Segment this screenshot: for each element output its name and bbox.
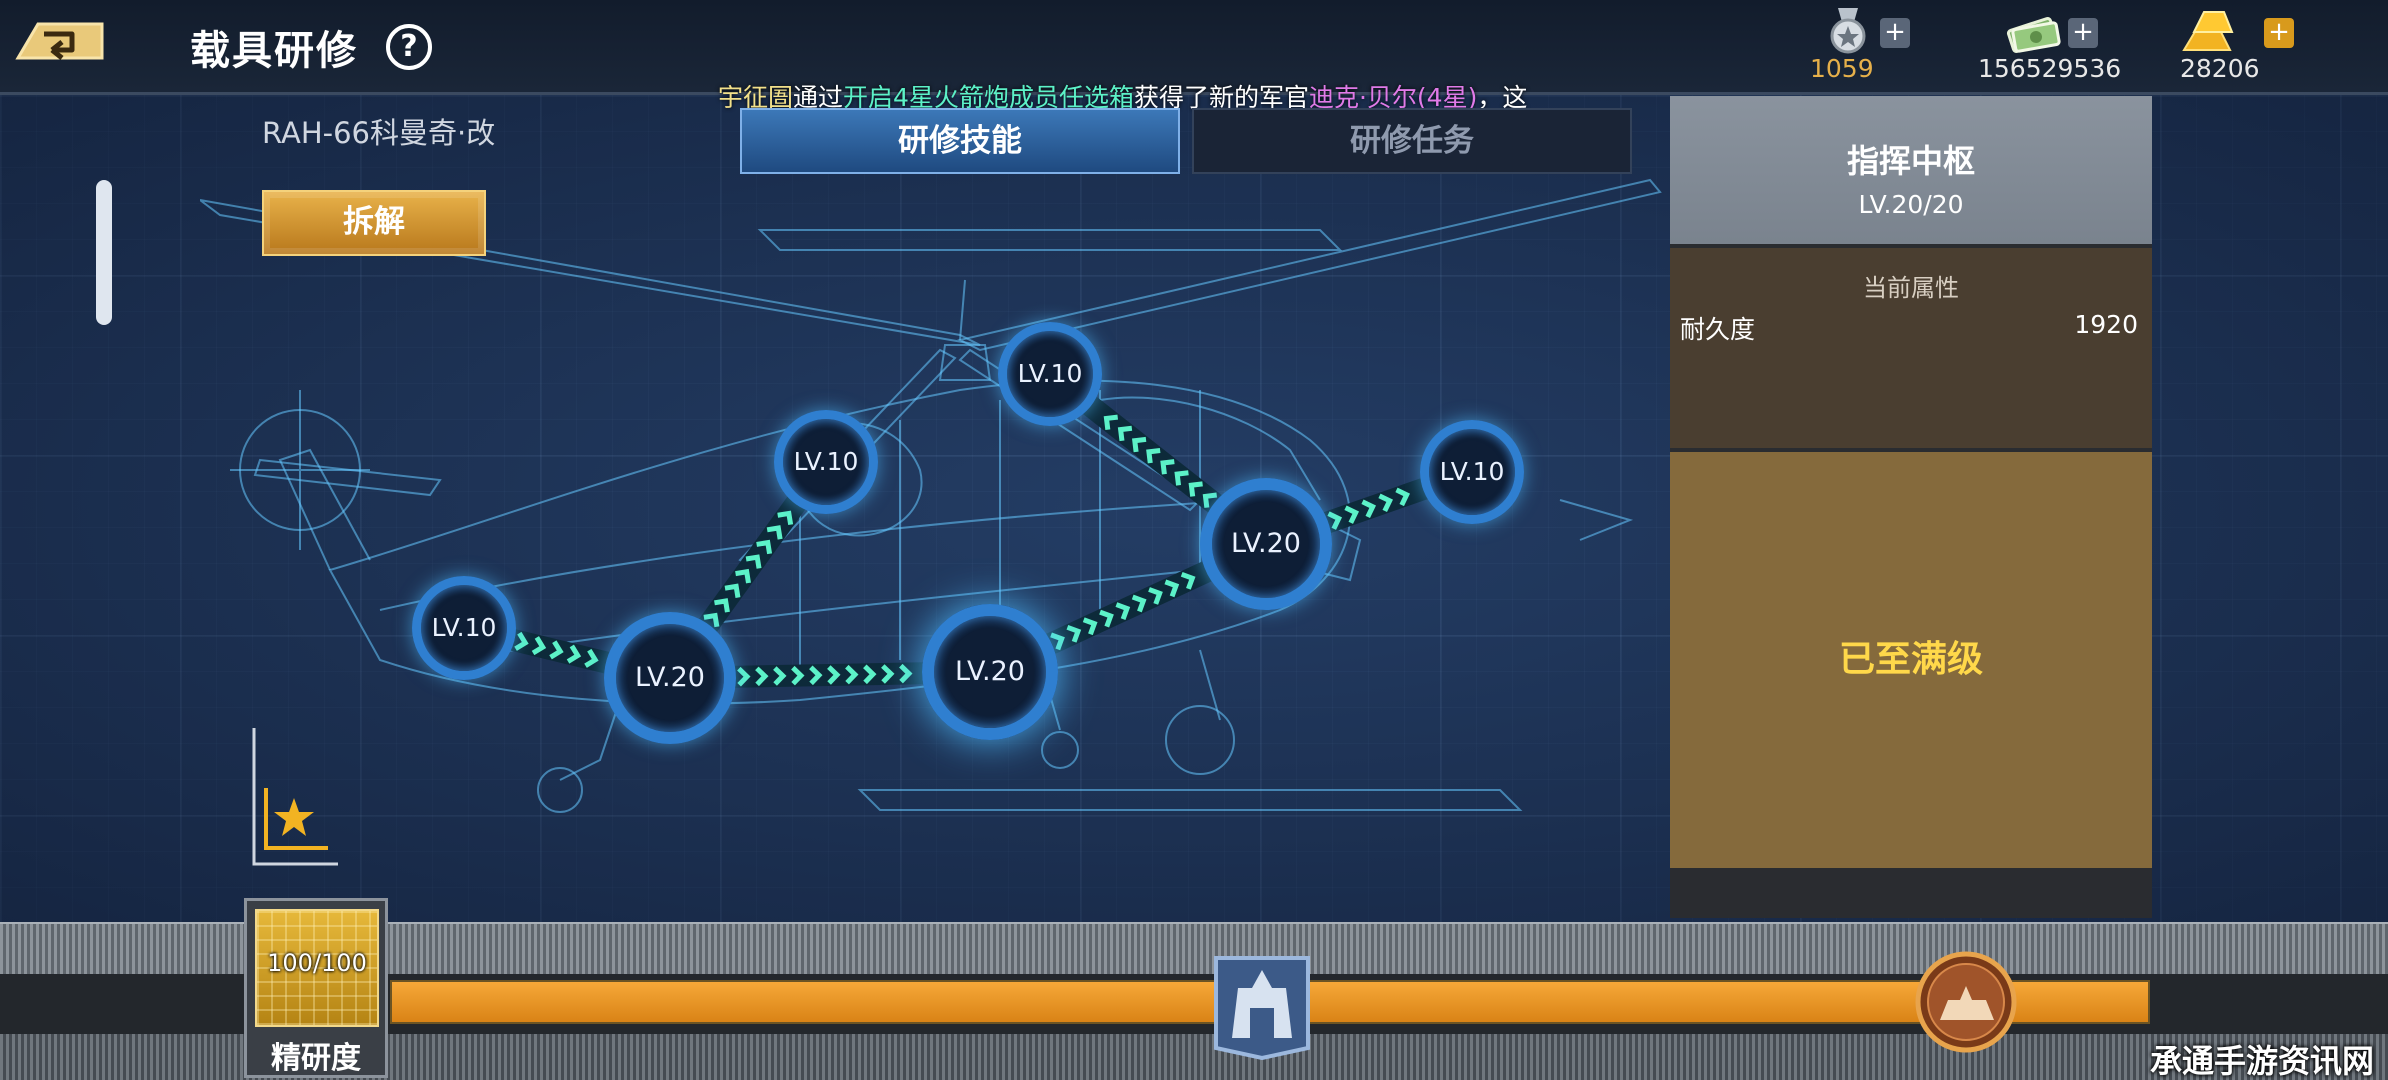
stat-value: 1920 [2074,310,2138,339]
skill-node[interactable]: LV.20 [604,612,736,744]
skill-node-level: LV.20 [954,656,1025,687]
stat-name: 耐久度 [1680,315,1756,344]
skill-node-level: LV.20 [1230,528,1301,559]
currency-medal: + 1059 [1800,6,1910,86]
add-cash-button[interactable]: + [2068,18,2098,48]
add-gold-button[interactable]: + [2264,18,2294,48]
max-level-box: 已至满级 [1670,452,2152,868]
star-rank-icon [252,728,338,866]
currency-gold: + 28206 [2180,6,2300,86]
tab-research-tasks[interactable]: 研修任务 [1192,108,1632,174]
skill-node[interactable]: LV.10 [1420,420,1524,524]
watermark: 承通手游资讯网 [2150,1042,2375,1080]
page-title: 载具研修 [190,28,358,74]
scroll-handle[interactable] [96,180,112,325]
skill-node[interactable]: LV.10 [774,410,878,514]
proficiency-label: 精研度 [271,1041,361,1076]
cash-value: 156529536 [1978,54,2122,83]
currency-cash: + 156529536 [1978,6,2150,86]
medal-value: 1059 [1810,54,1874,83]
back-button[interactable] [12,14,108,64]
panel-header: 指挥中枢 LV.20/20 [1670,96,2152,244]
stats-header: 当前属性 [1863,274,1959,302]
milestone-final-reward-icon[interactable] [1914,950,2018,1054]
gold-value: 28206 [2180,54,2260,83]
medal-icon [1830,8,1866,54]
skill-node-level: LV.10 [793,447,859,476]
add-medal-button[interactable]: + [1880,18,1910,48]
milestone-reward-icon[interactable] [1210,948,1314,1060]
proficiency-value: 100/100 [267,949,367,977]
skill-node-level: LV.10 [1017,359,1083,388]
skill-node-level: LV.10 [431,613,497,642]
tab-bar: 研修技能 研修任务 [740,108,1632,174]
skill-node[interactable]: LV.10 [998,322,1102,426]
max-level-label: 已至满级 [1838,639,1983,680]
skill-node[interactable]: LV.20 [922,604,1058,740]
vehicle-name: RAH-66科曼奇·改 [262,116,496,150]
panel-level: LV.20/20 [1858,190,1964,219]
proficiency-box[interactable]: 100/100 精研度 [244,898,388,1078]
dismantle-button[interactable]: 拆解 [262,190,486,256]
cash-icon [2006,17,2061,53]
tab-research-skills[interactable]: 研修技能 [740,108,1180,174]
panel-title: 指挥中枢 [1846,142,1975,180]
skill-node[interactable]: LV.10 [412,576,516,680]
skill-node-level: LV.20 [634,662,705,693]
panel-stats: 当前属性 耐久度 1920 [1670,248,2152,448]
gold-bar-icon [2182,11,2234,51]
skill-node[interactable]: LV.20 [1200,478,1332,610]
skill-node-level: LV.10 [1439,457,1505,486]
help-icon[interactable]: ? [386,24,432,70]
skill-detail-panel: 指挥中枢 LV.20/20 当前属性 耐久度 1920 已至满级 [1670,96,2152,918]
